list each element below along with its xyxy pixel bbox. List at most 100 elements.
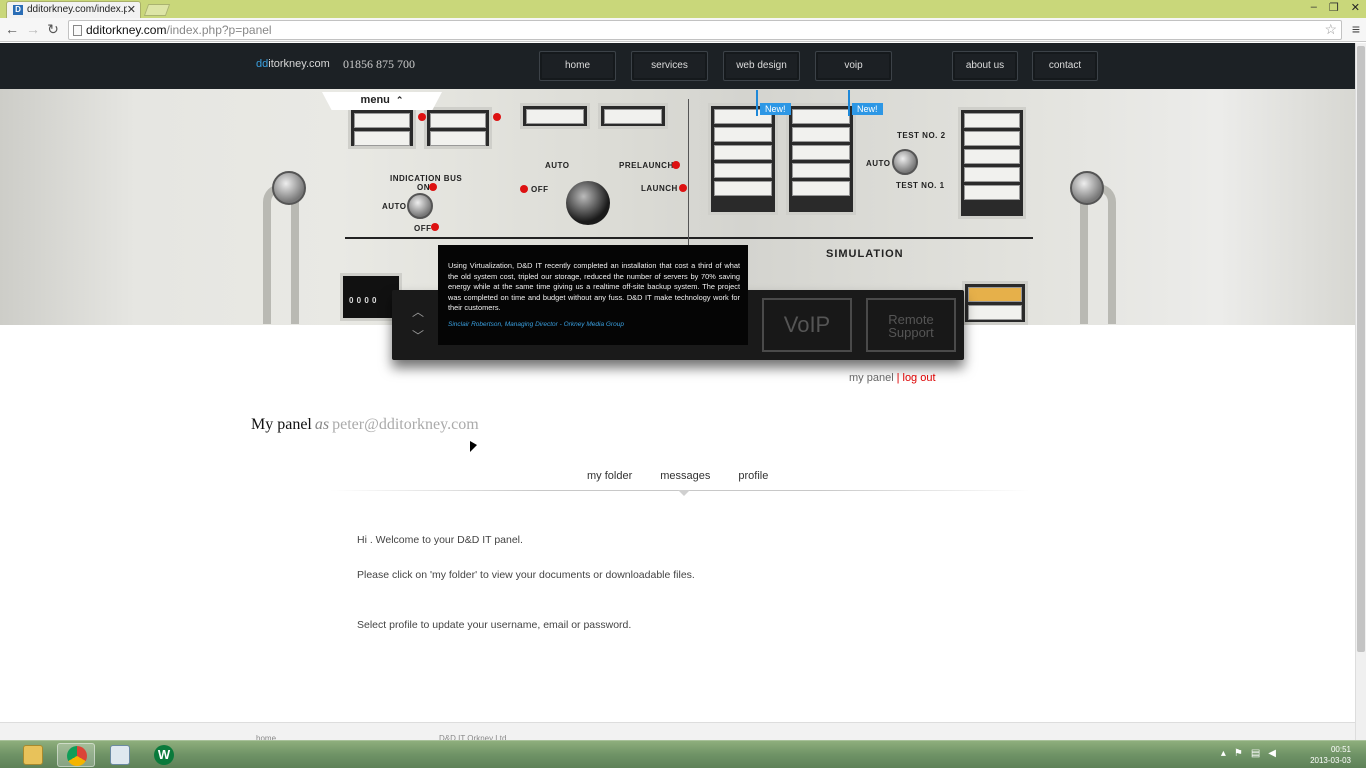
hero-label: SIMULATION (826, 248, 904, 260)
reload-icon[interactable]: ↻ (45, 21, 61, 37)
active-tab-pointer (678, 490, 690, 496)
hero-button-bank (962, 281, 1028, 325)
bookmark-star-icon[interactable]: ☆ (1324, 21, 1337, 38)
hero-label: AUTO (866, 159, 891, 168)
panel-tabs: my folder messages profile (587, 470, 796, 482)
my-panel-link[interactable]: my panel (849, 372, 894, 384)
hero-led (493, 113, 501, 121)
hero-knob (407, 193, 433, 219)
hero-handle (263, 184, 299, 324)
page-title: My panel as peter@dditorkney.com (251, 416, 479, 433)
nav-services[interactable]: services (631, 51, 708, 81)
hero-led (672, 161, 680, 169)
nav-home[interactable]: home (539, 51, 616, 81)
testimonial-text: Using Virtualization, D&D IT recently co… (448, 261, 740, 312)
back-arrow-icon[interactable]: ← (4, 21, 20, 37)
taskbar-explorer[interactable] (14, 743, 52, 767)
nav-web-design[interactable]: web design (723, 51, 800, 81)
minimize-icon[interactable]: – (1311, 1, 1317, 14)
log-out-link[interactable]: log out (903, 372, 936, 384)
tab-messages[interactable]: messages (660, 470, 710, 482)
taskbar-app-w[interactable]: W (145, 743, 183, 767)
hero-led (418, 113, 426, 121)
welcome-message: Hi . Welcome to your D&D IT panel. (357, 534, 523, 546)
mouse-cursor-icon (470, 440, 477, 457)
window-controls: – ❐ ✕ (1311, 1, 1360, 14)
nav-voip[interactable]: voip (815, 51, 892, 81)
forward-arrow-icon[interactable]: → (25, 21, 41, 37)
browser-tab[interactable]: D dditorkney.com/index.php ✕ (6, 1, 141, 18)
window-close-icon[interactable]: ✕ (1351, 1, 1360, 14)
taskbar-clock[interactable]: 00:51 2013-03-03 (1310, 744, 1351, 766)
chevron-up-icon[interactable]: ︿ (402, 300, 434, 324)
hero-knob (1070, 171, 1104, 205)
hero-label: PRELAUNCH (619, 161, 674, 170)
hero-label: OFF (531, 185, 549, 194)
site-logo[interactable]: dditorkney.com (256, 58, 330, 70)
hero-label: TEST NO. 1 (896, 181, 945, 190)
hero-knob (272, 171, 306, 205)
tray-volume-icon[interactable]: ◀ (1268, 748, 1276, 759)
hero-button-bank (520, 103, 590, 129)
phone-number: 01856 875 700 (343, 57, 415, 71)
voip-button[interactable]: VoIP (762, 298, 852, 352)
new-tab-button[interactable] (143, 4, 171, 16)
user-links: my panel | log out (849, 372, 936, 384)
hero-divider (688, 99, 689, 249)
folder-icon (23, 745, 43, 765)
hero-button-bank (348, 107, 416, 149)
profile-instruction: Select profile to update your username, … (357, 619, 632, 631)
nav-contact[interactable]: contact (1032, 51, 1098, 81)
tray-flag-icon[interactable]: ⚑ (1234, 748, 1243, 759)
hero-divider (345, 237, 1033, 239)
user-email: peter@dditorkney.com (332, 416, 479, 433)
remote-support-button[interactable]: Remote Support (866, 298, 956, 352)
taskbar-remote-desktop[interactable] (101, 743, 139, 767)
hero-label: AUTO (382, 202, 407, 211)
url-text: dditorkney.com/index.php?p=panel (86, 23, 272, 37)
page-icon (73, 25, 82, 36)
address-bar[interactable]: dditorkney.com/index.php?p=panel ☆ (68, 20, 1342, 40)
hero-label: OFF (414, 224, 432, 233)
testimonial-author: Sinclair Robertson, Managing Director - … (448, 320, 624, 328)
app-w-icon: W (154, 745, 174, 765)
hero-button-bank (424, 107, 492, 149)
hero-label: LAUNCH (641, 184, 678, 193)
hero-label: AUTO (545, 161, 570, 170)
hero-button-bank (958, 107, 1026, 219)
testimonial-nav: ︿ ﹀ (402, 300, 434, 348)
scrollbar-thumb[interactable] (1357, 46, 1365, 652)
chrome-icon (67, 746, 87, 766)
site-footer: home D&D IT Orkney Ltd (0, 722, 1355, 743)
hero-label: INDICATION BUS (390, 174, 463, 183)
site-favicon-icon: D (13, 5, 23, 15)
chrome-menu-icon[interactable]: ≡ (1352, 21, 1360, 37)
chevron-up-down-icon: ⌃ (395, 95, 404, 105)
hero-led (431, 223, 439, 231)
testimonial-box: Using Virtualization, D&D IT recently co… (438, 245, 748, 345)
folder-instruction: Please click on 'my folder' to view your… (357, 569, 695, 581)
hero-led (679, 184, 687, 192)
tab-profile[interactable]: profile (738, 470, 768, 482)
tab-my-folder[interactable]: my folder (587, 470, 632, 482)
taskbar-chrome[interactable] (57, 743, 95, 767)
tray-expand-icon[interactable]: ▴ (1221, 748, 1226, 759)
hero-label: TEST NO. 2 (897, 131, 946, 140)
tab-title: dditorkney.com/index.php (27, 4, 127, 15)
site-header: dditorkney.com 01856 875 700 home servic… (0, 43, 1355, 89)
nav-about-us[interactable]: about us (952, 51, 1018, 81)
separator: | (896, 372, 900, 384)
hero-knob (892, 149, 918, 175)
restore-icon[interactable]: ❐ (1329, 1, 1339, 14)
hero-rotary-switch (566, 181, 610, 225)
tray-network-icon[interactable]: ▤ (1251, 748, 1260, 759)
hero-button-bank (708, 103, 778, 215)
tab-close-icon[interactable]: ✕ (127, 3, 136, 16)
browser-titlebar: D dditorkney.com/index.php ✕ – ❐ ✕ (0, 0, 1366, 18)
menu-toggle[interactable]: menu ⌃ (322, 92, 442, 110)
remote-desktop-icon (110, 745, 130, 765)
hero-counter-digits: 0 0 0 0 (349, 296, 377, 305)
browser-toolbar: ← → ↻ dditorkney.com/index.php?p=panel ☆… (0, 18, 1366, 42)
chevron-down-icon[interactable]: ﹀ (402, 324, 434, 348)
system-tray: ▴ ⚑ ▤ ◀ (1221, 748, 1276, 759)
